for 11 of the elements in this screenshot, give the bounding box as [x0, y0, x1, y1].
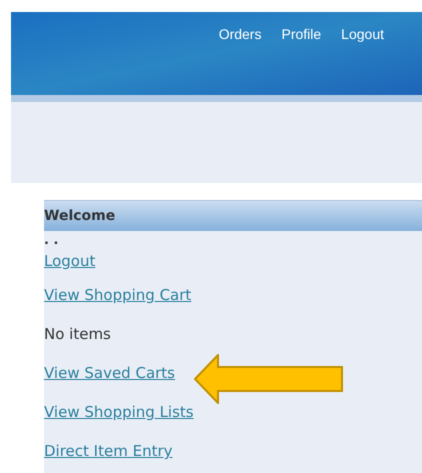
nav-link[interactable]: Logout — [341, 25, 384, 43]
sidebar-link[interactable]: View Shopping Lists — [44, 402, 194, 422]
status-text: No items — [44, 324, 111, 344]
sidebar-link[interactable]: Direct Item Entry — [44, 441, 173, 461]
nav-link[interactable]: Profile — [281, 25, 322, 43]
sidebar-link[interactable]: View Saved Carts — [44, 363, 176, 383]
sidebar-link[interactable]: Logout — [44, 251, 96, 271]
sidebar-link[interactable]: View Shopping Cart — [44, 285, 192, 305]
nav-link[interactable]: Orders — [218, 25, 262, 43]
panel-title: Welcome — [44, 206, 116, 226]
dots-text: . . — [44, 235, 58, 247]
